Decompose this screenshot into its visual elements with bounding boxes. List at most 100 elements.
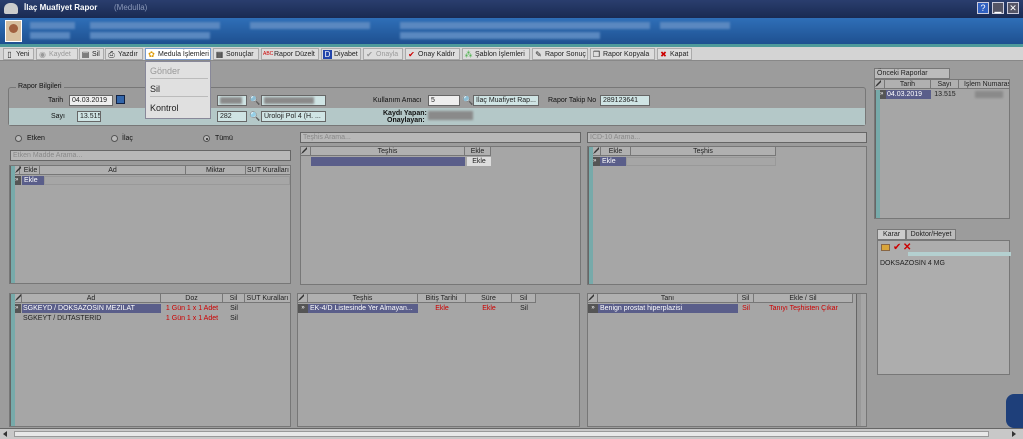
selected-row[interactable] bbox=[311, 157, 465, 166]
new-button[interactable]: ▯ Yeni bbox=[3, 48, 34, 60]
recorded-by-label: Kaydı Yapan: bbox=[383, 110, 427, 117]
delete-button[interactable]: ▤ Sil bbox=[79, 48, 104, 60]
scroll-thumb[interactable] bbox=[14, 431, 989, 437]
title-bar: İlaç Muafiyet Rapor (Medulla) ? ▁ ✕ bbox=[0, 0, 1023, 18]
template-button[interactable]: ⁂ Şablon İşlemleri bbox=[462, 48, 530, 60]
minimize-icon[interactable]: ▁ bbox=[992, 2, 1004, 14]
table-row bbox=[44, 176, 290, 185]
scroll-right-icon[interactable] bbox=[1012, 431, 1016, 437]
clinic-name-field[interactable]: Üroloji Pol 4 (H. ... bbox=[261, 111, 326, 122]
grid-scrollbar[interactable] bbox=[856, 294, 861, 426]
side-widget-icon[interactable] bbox=[1006, 394, 1023, 428]
radio-etken-label: Etken bbox=[27, 135, 45, 142]
grid-scrollbar[interactable] bbox=[10, 294, 15, 426]
column-settings-icon[interactable] bbox=[588, 294, 598, 303]
doctor-code-field[interactable] bbox=[217, 95, 247, 106]
radio-etken[interactable] bbox=[15, 135, 22, 142]
diabetes-button[interactable]: D Diyabet bbox=[321, 48, 361, 60]
diagnosis-cell[interactable]: EK-4/D Listesinde Yer Almayan... bbox=[308, 304, 418, 313]
delete-cell[interactable]: Sil bbox=[223, 304, 245, 313]
col-sil: Sil bbox=[223, 294, 245, 303]
column-settings-icon[interactable] bbox=[15, 166, 21, 175]
edit-report-button[interactable]: ABC Rapor Düzelt bbox=[261, 48, 319, 60]
duration-cell[interactable]: Ekle bbox=[466, 304, 512, 313]
radio-ilac[interactable] bbox=[111, 135, 118, 142]
column-settings-icon[interactable] bbox=[875, 80, 885, 89]
icd10-search-input[interactable]: ICD-10 Arama... bbox=[587, 132, 867, 143]
tracking-number-field[interactable]: 289123641 bbox=[600, 95, 650, 106]
column-settings-icon[interactable] bbox=[298, 294, 308, 303]
copy-report-button[interactable]: ❐ Rapor Kopyala bbox=[590, 48, 655, 60]
close-window-icon[interactable]: ✕ bbox=[1007, 2, 1019, 14]
approve-button[interactable]: ✔ Onayla bbox=[363, 48, 403, 60]
dose-cell[interactable]: 1 Gün 1 x 1 Adet bbox=[161, 304, 223, 313]
toolbar: ▯ Yeni ◉ Kaydet ▤ Sil ⎙ Yazdır ✿ Medula İşlem… bbox=[0, 47, 1023, 61]
scroll-left-icon[interactable] bbox=[3, 431, 7, 437]
printer-icon: ⎙ bbox=[108, 50, 115, 59]
approved-by-label: Onaylayan: bbox=[387, 117, 425, 124]
row-indicator-icon: » bbox=[15, 176, 21, 185]
number-field[interactable]: 13.515 bbox=[77, 111, 101, 122]
diagnosis-search-input[interactable]: Teşhis Arama... bbox=[300, 132, 581, 143]
diagnosis-grid: Tanı Sil Ekle / Sil » Benign prostat hip… bbox=[587, 293, 867, 427]
active-ingredient-search-input[interactable]: Etken Madde Arama... bbox=[10, 150, 291, 161]
add-cell[interactable]: Ekle bbox=[467, 157, 491, 166]
clinic-code-field[interactable]: 282 bbox=[217, 111, 247, 122]
grid-scrollbar[interactable] bbox=[875, 90, 880, 218]
patient-info-blurred bbox=[30, 32, 70, 39]
menu-item-delete[interactable]: Sil bbox=[150, 81, 208, 97]
col-sut: SUT Kuralları bbox=[246, 295, 289, 302]
menu-item-send[interactable]: Gönder bbox=[150, 63, 208, 79]
dose-cell[interactable]: 1 Gün 1 x 1 Adet bbox=[161, 314, 223, 323]
search-icon[interactable]: 🔍 bbox=[249, 95, 260, 106]
uncheck-icon: ✔ bbox=[408, 50, 415, 59]
horizontal-scrollbar[interactable] bbox=[0, 428, 1023, 439]
calendar-icon[interactable] bbox=[116, 95, 125, 104]
print-button[interactable]: ⎙ Yazdır bbox=[105, 48, 143, 60]
column-settings-icon[interactable] bbox=[15, 294, 22, 303]
usage-purpose-code-field[interactable]: 5 bbox=[428, 95, 460, 106]
drug-search-grid: Ekle Ad Miktar SUT Kuralları » Ekle bbox=[9, 165, 291, 284]
add-cell[interactable]: Ekle bbox=[22, 176, 44, 185]
column-settings-icon[interactable] bbox=[593, 147, 601, 156]
search-icon[interactable]: 🔍 bbox=[249, 111, 260, 122]
doctor-name-field[interactable] bbox=[261, 95, 326, 106]
radio-tumu-label: Tümü bbox=[215, 135, 233, 142]
close-button[interactable]: ✖ Kapat bbox=[657, 48, 692, 60]
tab-decision[interactable]: Karar bbox=[877, 229, 906, 240]
delete-cell[interactable]: Sil bbox=[512, 304, 536, 313]
date-field[interactable]: 04.03.2019 bbox=[69, 95, 113, 106]
medula-button[interactable]: ✿ Medula İşlemleri bbox=[145, 48, 211, 60]
window-subtitle: (Medulla) bbox=[114, 3, 148, 12]
add-cell[interactable]: Ekle bbox=[600, 157, 626, 166]
column-settings-icon[interactable] bbox=[301, 147, 311, 156]
col-date: Tarih bbox=[885, 80, 931, 89]
radio-tumu[interactable] bbox=[203, 135, 210, 142]
report-result-button[interactable]: ✎ Rapor Sonuç bbox=[532, 48, 588, 60]
col-teshis: Teşhis bbox=[631, 147, 776, 156]
results-button[interactable]: ▦ Sonuçlar bbox=[213, 48, 259, 60]
remove-from-diagnosis-link[interactable]: Tanıyı Teşhisten Çıkar bbox=[754, 304, 853, 313]
grid-scrollbar[interactable] bbox=[588, 147, 593, 284]
help-icon[interactable]: ? bbox=[977, 2, 989, 14]
number-cell[interactable]: 13.515 bbox=[931, 90, 959, 99]
search-icon[interactable]: 🔍 bbox=[462, 95, 473, 106]
date-cell[interactable]: 04.03.2019 bbox=[886, 90, 931, 99]
drug-name-cell[interactable]: SGKEYD / DOKSAZOSIN MEZILAT bbox=[22, 304, 161, 313]
delete-cell[interactable]: Sil bbox=[738, 304, 754, 313]
end-date-cell[interactable]: Ekle bbox=[418, 304, 466, 313]
diagnosis-cell[interactable]: Benign prostat hiperplazisi bbox=[598, 304, 738, 313]
delete-cell[interactable]: Sil bbox=[223, 314, 245, 323]
save-button[interactable]: ◉ Kaydet bbox=[36, 48, 78, 60]
menu-item-control[interactable]: Kontrol bbox=[150, 100, 208, 116]
drug-name-cell[interactable]: SGKEYT / DUTASTERID bbox=[22, 314, 161, 323]
tab-doctor-committee[interactable]: Doktor/Heyet bbox=[906, 229, 956, 240]
folder-icon[interactable] bbox=[881, 244, 890, 251]
check-icon[interactable]: ✔ bbox=[893, 242, 901, 253]
remove-approval-button[interactable]: ✔ Onay Kaldır bbox=[405, 48, 460, 60]
usage-purpose-text-field[interactable]: İlaç Muafiyet Rap... bbox=[473, 95, 539, 106]
previous-reports-grid: Tarih Sayı İşlem Numarası » 04.03.2019 1… bbox=[874, 79, 1010, 219]
row-indicator-icon: » bbox=[588, 304, 598, 313]
decision-field-strip bbox=[908, 252, 1011, 256]
col-number: Sayı bbox=[931, 80, 959, 89]
